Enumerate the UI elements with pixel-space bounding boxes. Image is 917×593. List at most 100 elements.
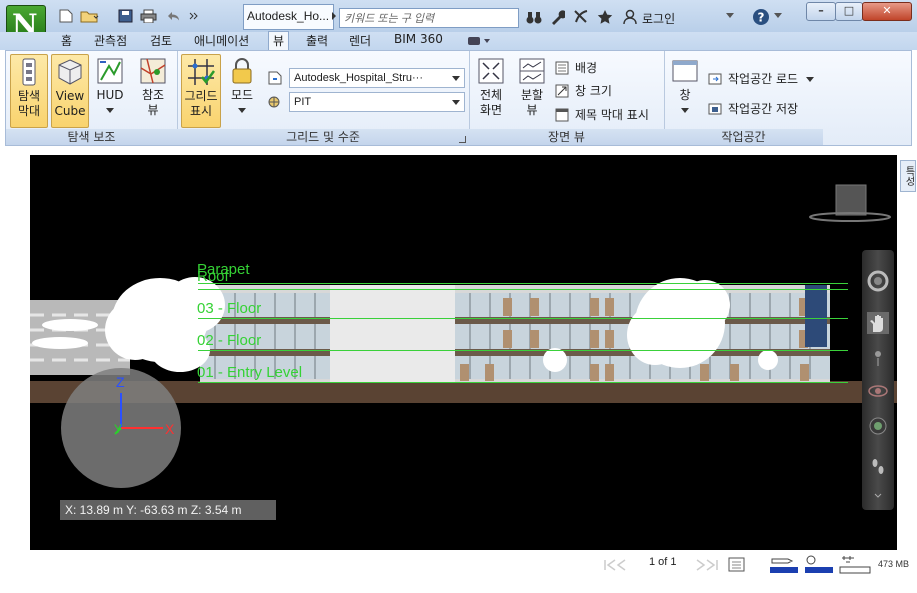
sheet-browser-icon[interactable] <box>728 557 746 576</box>
print-icon[interactable] <box>140 9 157 23</box>
tab-animation[interactable]: 애니메이션 <box>190 32 253 50</box>
navbar-menu-icon[interactable] <box>867 490 889 502</box>
split-view-label1: 분할 <box>520 88 544 102</box>
background-button[interactable]: 배경 <box>555 60 597 76</box>
level-label-01: 01 - Entry Level <box>197 364 303 381</box>
binoculars-icon[interactable] <box>526 9 542 25</box>
save-icon[interactable] <box>118 9 134 23</box>
save-workspace-label: 작업공간 저장 <box>728 102 799 116</box>
hud-dropdown-icon[interactable] <box>92 103 128 113</box>
pan-hand-icon[interactable] <box>867 312 889 334</box>
level-selector-icon <box>267 95 283 113</box>
more-arrows-icon[interactable] <box>188 9 204 23</box>
navigation-bar-icon <box>14 57 44 87</box>
split-view-label2: 뷰 <box>526 103 538 117</box>
navigation-bar-button[interactable]: 탐색 막대 <box>10 54 48 128</box>
disk-performance-icon <box>803 554 833 577</box>
window-dropdown-icon[interactable] <box>667 103 703 113</box>
login-dropdown-icon[interactable] <box>726 13 734 27</box>
tab-bim360[interactable]: BIM 360 <box>390 32 447 50</box>
background-icon <box>555 61 569 75</box>
panel-workspace: 창 작업공간 로드 작업공간 저장 작업공간 <box>664 51 823 145</box>
look-eye-icon[interactable] <box>867 415 889 437</box>
tab-render[interactable]: 렌더 <box>345 32 375 50</box>
view-cube-icon <box>55 57 85 87</box>
memory-usage: 473 MB <box>878 559 910 569</box>
login-button[interactable]: 로그인 <box>642 10 675 27</box>
model-combo[interactable]: Autodesk_Hospital_Stru··· <box>289 68 465 88</box>
load-workspace-button[interactable]: 작업공간 로드 <box>708 71 814 87</box>
tab-home[interactable]: 홈 <box>57 32 76 50</box>
level-line-roof <box>198 289 848 290</box>
reference-views-label2: 뷰 <box>147 103 159 117</box>
panel-scene-view-label: 장면 뷰 <box>469 129 664 145</box>
close-button[interactable]: ✕ <box>862 2 912 21</box>
level-line-02 <box>198 350 848 351</box>
load-workspace-label: 작업공간 로드 <box>728 72 799 86</box>
show-title-bar-button[interactable]: 제목 막대 표시 <box>555 107 649 123</box>
fullscreen-button[interactable]: 전체 화면 <box>472 54 510 126</box>
load-workspace-dropdown-icon[interactable] <box>805 77 814 83</box>
next-page-icon[interactable] <box>694 558 730 575</box>
undo-icon[interactable] <box>165 9 181 23</box>
help-dropdown-icon[interactable] <box>774 13 782 27</box>
split-view-button[interactable]: 분할 뷰 <box>513 54 551 126</box>
wrench-icon[interactable] <box>549 9 567 25</box>
window-size-icon <box>555 84 569 98</box>
title-arrow-icon[interactable] <box>330 11 338 25</box>
panel-launcher-icon[interactable] <box>459 136 466 143</box>
search-input[interactable]: 키워드 또는 구 입력 <box>339 8 519 28</box>
star-icon[interactable] <box>597 9 613 25</box>
load-workspace-icon <box>708 72 722 86</box>
user-icon <box>622 9 638 25</box>
level-combo[interactable]: PIT <box>289 92 465 112</box>
navigation-bar <box>862 250 894 510</box>
open-folder-icon[interactable] <box>80 9 99 23</box>
view-cube-button[interactable]: View Cube <box>51 54 89 128</box>
level-line-parapet <box>198 283 848 284</box>
title-bar: N Autodesk_Ho... 키워드 또는 구 입력 로그인 ? – □ ✕ <box>0 0 917 47</box>
split-view-icon <box>517 56 547 86</box>
reference-views-button[interactable]: 참조 뷰 <box>133 54 173 126</box>
tab-output[interactable]: 출력 <box>302 32 332 50</box>
pencil-performance-icon <box>768 554 798 577</box>
zoom-icon[interactable] <box>867 348 889 370</box>
walk-footprints-icon[interactable] <box>867 455 889 477</box>
chevron-down-icon <box>452 100 460 105</box>
properties-side-tab[interactable]: 특성 <box>900 160 916 192</box>
orbit-icon[interactable] <box>867 380 889 402</box>
mode-button[interactable]: 모드 <box>225 54 259 126</box>
panel-scene-view: 전체 화면 분할 뷰 배경 창 크기 제목 막대 표시 장면 뷰 <box>469 51 665 145</box>
background-label: 배경 <box>575 61 598 75</box>
status-bar <box>0 554 917 576</box>
hud-button[interactable]: HUD <box>92 54 128 126</box>
building-model <box>30 184 897 488</box>
level-label-02: 02 - Floor <box>197 332 262 349</box>
mode-label: 모드 <box>230 88 254 102</box>
new-file-icon[interactable] <box>58 9 74 23</box>
coordinate-readout: X: 13.89 m Y: -63.63 m Z: 3.54 m <box>60 500 276 520</box>
level-label-roof: Roof <box>197 268 229 285</box>
mode-dropdown-icon[interactable] <box>225 103 259 113</box>
window-button[interactable]: 창 <box>667 54 703 126</box>
help-button[interactable]: ? <box>752 8 770 26</box>
minimize-ribbon-button[interactable] <box>466 35 492 47</box>
panel-navigation-aids: 탐색 막대 View Cube HUD 참조 뷰 탐색 보조 <box>6 51 178 145</box>
minimize-button[interactable]: – <box>806 2 836 21</box>
window-size-button[interactable]: 창 크기 <box>555 83 612 99</box>
scene-viewport[interactable]: Parapet Roof 03 - Floor 02 - Floor 01 - … <box>30 155 897 550</box>
show-grid-button[interactable]: 그리드 표시 <box>181 54 221 128</box>
save-workspace-button[interactable]: 작업공간 저장 <box>708 101 798 117</box>
maximize-button[interactable]: □ <box>835 2 863 21</box>
tab-review[interactable]: 검토 <box>146 32 176 50</box>
hud-label: HUD <box>96 88 124 102</box>
level-line-03 <box>198 318 848 319</box>
steering-wheel-icon[interactable] <box>867 270 889 292</box>
tab-view[interactable]: 뷰 <box>268 31 290 51</box>
tab-viewpoint[interactable]: 관측점 <box>90 32 131 50</box>
window-icon <box>670 56 700 86</box>
first-page-icon[interactable] <box>602 558 638 575</box>
navigation-bar-label2: 막대 <box>17 104 41 118</box>
reference-views-icon <box>138 56 168 86</box>
satellite-icon[interactable] <box>573 9 589 25</box>
